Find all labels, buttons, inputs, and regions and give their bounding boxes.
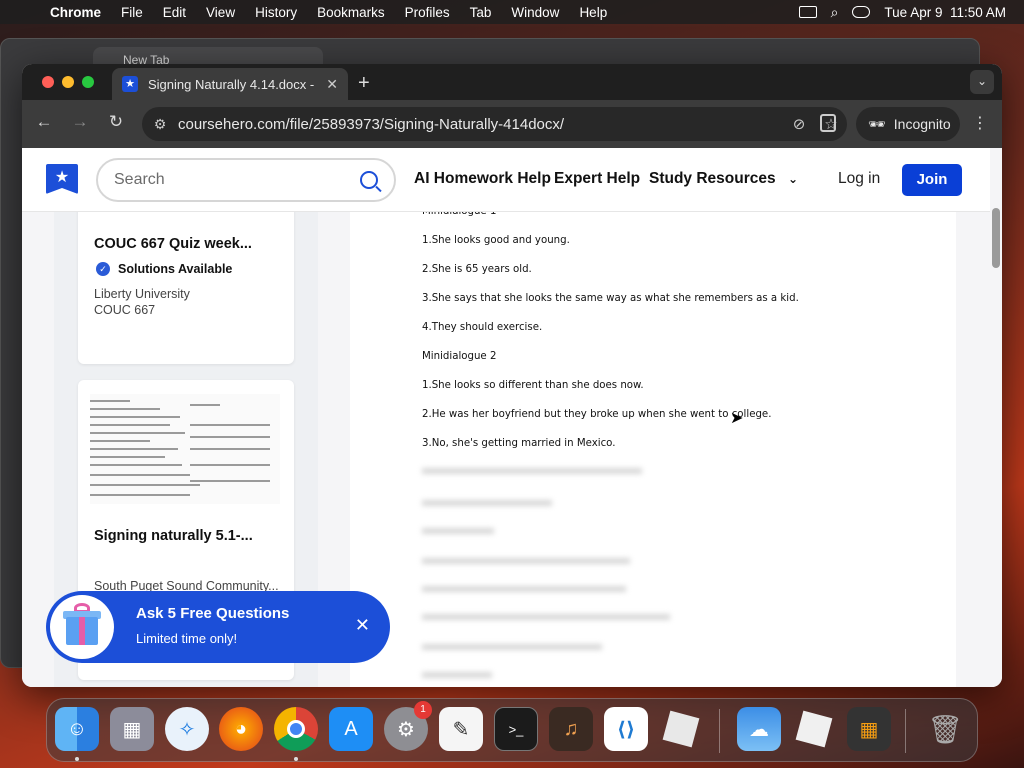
dock-separator — [719, 709, 720, 753]
page-scrollbar[interactable] — [992, 208, 1000, 268]
tab-title: Signing Naturally 4.14.docx - — [148, 76, 315, 92]
card-title[interactable]: COUC 667 Quiz week... — [94, 236, 252, 252]
menu-window[interactable]: Window — [501, 5, 569, 20]
web-page: ★ Search AI Homework Help Expert Help St… — [22, 148, 1002, 687]
search-icon[interactable] — [360, 171, 378, 189]
browser-toolbar: ← → ↻ ⚙ coursehero.com/file/25893973/Sig… — [22, 100, 1002, 148]
running-indicator — [294, 757, 298, 761]
system-settings-icon[interactable]: ⚙ 1 — [384, 701, 432, 751]
menu-file[interactable]: File — [111, 5, 153, 20]
document-thumbnail[interactable] — [90, 394, 280, 504]
back-arrow-icon[interactable]: ← — [32, 112, 56, 132]
weather-icon[interactable]: ☁ — [737, 707, 781, 751]
promo-title[interactable]: Ask 5 Free Questions — [136, 605, 289, 622]
doc-line: 2.He was her boyfriend but they broke up… — [422, 409, 772, 420]
nav-study-resources-label: Study Resources — [649, 170, 776, 187]
menu-view[interactable]: View — [196, 5, 245, 20]
site-header: ★ Search AI Homework Help Expert Help St… — [22, 148, 990, 212]
close-tab-icon[interactable]: ✕ — [326, 76, 338, 93]
menu-profiles[interactable]: Profiles — [395, 5, 460, 20]
menu-help[interactable]: Help — [569, 5, 617, 20]
doc-line: 4.They should exercise. — [422, 322, 543, 333]
notification-badge: 1 — [414, 701, 432, 719]
menu-app-name[interactable]: Chrome — [40, 5, 111, 20]
card-course: COUC 667 — [94, 303, 156, 317]
promo-subtitle: Limited time only! — [136, 631, 238, 646]
url-text[interactable]: coursehero.com/file/25893973/Signing-Nat… — [178, 116, 783, 133]
doc-line: 1.She looks so different than she does n… — [422, 380, 644, 391]
doc-line: 3.No, she's getting married in Mexico. — [422, 438, 616, 449]
chrome-icon[interactable] — [274, 707, 318, 751]
incognito-icon: 🕶 — [868, 115, 886, 132]
zoom-window-button[interactable] — [82, 76, 94, 88]
mouse-cursor-icon: ➤ — [730, 410, 744, 427]
check-circle-icon: ✓ — [96, 262, 110, 276]
doc-line: 2.She is 65 years old. — [422, 264, 532, 275]
reload-icon[interactable]: ↻ — [104, 112, 128, 132]
spotlight-search-icon[interactable]: ⌕ — [831, 4, 839, 21]
solutions-available-badge: ✓ Solutions Available — [96, 262, 232, 276]
nav-expert-help[interactable]: Expert Help — [554, 170, 640, 188]
close-window-button[interactable] — [42, 76, 54, 88]
card-school: Liberty University — [94, 287, 190, 301]
chevron-down-icon: ⌄ — [787, 172, 799, 186]
terminal-icon[interactable]: >_ — [494, 707, 538, 751]
login-link[interactable]: Log in — [838, 170, 880, 188]
coursehero-favicon-icon: ★ — [122, 76, 138, 92]
trash-icon[interactable]: 🗑 — [923, 707, 967, 751]
site-search-input[interactable]: Search — [96, 158, 396, 202]
side-panel-icon[interactable] — [820, 114, 836, 132]
app-store-icon[interactable]: A — [329, 707, 373, 751]
firefox-icon[interactable]: ◕ — [219, 707, 263, 751]
safari-icon[interactable]: ✧ — [165, 707, 209, 751]
tracking-protection-eye-icon[interactable]: ⊘ — [783, 115, 815, 133]
solutions-available-label: Solutions Available — [118, 262, 233, 276]
menu-edit[interactable]: Edit — [153, 5, 196, 20]
incognito-label: Incognito — [893, 116, 951, 132]
document-preview: Minidialogue 1 1.She looks good and youn… — [350, 206, 956, 687]
active-tab[interactable]: ★ Signing Naturally 4.14.docx - ✕ — [112, 68, 348, 100]
nav-ai-homework-help[interactable]: AI Homework Help — [414, 170, 551, 188]
garageband-icon[interactable]: ♫ — [549, 707, 593, 751]
site-info-icon[interactable]: ⚙ — [142, 116, 178, 133]
document-card[interactable]: COUC 667 Quiz week... ✓ Solutions Availa… — [78, 204, 294, 364]
new-tab-icon[interactable]: + — [358, 72, 370, 95]
tab-strip: ★ Signing Naturally 4.14.docx - ✕ + ⌄ — [22, 64, 1002, 100]
macos-dock: ☺ ▦ ✧ ◕ A ⚙ 1 ✎ >_ ♫ ⟨⟩ ☁ ▦ 🗑 — [46, 698, 978, 762]
join-button[interactable]: Join — [902, 164, 962, 196]
dock-separator — [905, 709, 906, 753]
coursehero-logo-icon[interactable]: ★ — [46, 164, 78, 194]
doc-line: 1.She looks good and young. — [422, 235, 570, 246]
roblox-studio-icon[interactable] — [792, 707, 836, 751]
chrome-menu-icon[interactable]: ⋮ — [972, 113, 988, 133]
search-placeholder: Search — [114, 171, 165, 188]
forward-arrow-icon[interactable]: → — [68, 112, 92, 132]
tab-search-chevron-icon[interactable]: ⌄ — [970, 70, 994, 94]
textedit-icon[interactable]: ✎ — [439, 707, 483, 751]
gift-icon — [50, 595, 114, 659]
browser-window: ★ Signing Naturally 4.14.docx - ✕ + ⌄ ← … — [22, 64, 1002, 687]
menu-bookmarks[interactable]: Bookmarks — [307, 5, 395, 20]
doc-line: Minidialogue 2 — [422, 351, 497, 362]
close-promo-icon[interactable]: ✕ — [355, 615, 370, 636]
finder-icon[interactable]: ☺ — [55, 707, 99, 751]
card-title[interactable]: Signing naturally 5.1-... — [94, 528, 253, 544]
menu-clock[interactable]: Tue Apr 9 11:50 AM — [884, 5, 1006, 20]
control-center-icon[interactable] — [852, 6, 871, 18]
running-indicator — [75, 757, 79, 761]
address-bar[interactable]: ⚙ coursehero.com/file/25893973/Signing-N… — [142, 107, 847, 141]
free-questions-promo[interactable]: Ask 5 Free Questions Limited time only! … — [46, 591, 390, 663]
macos-menu-bar: Chrome File Edit View History Bookmarks … — [0, 0, 1024, 24]
nav-study-resources[interactable]: Study Resources ⌄ — [649, 170, 798, 188]
incognito-indicator[interactable]: 🕶 Incognito — [856, 107, 960, 141]
calculator-icon[interactable]: ▦ — [847, 707, 891, 751]
doc-line: 3.She says that she looks the same way a… — [422, 293, 799, 304]
screen-mirroring-icon[interactable] — [798, 6, 817, 18]
roblox-icon[interactable] — [659, 707, 703, 751]
vscode-icon[interactable]: ⟨⟩ — [604, 707, 648, 751]
launchpad-icon[interactable]: ▦ — [110, 707, 154, 751]
menu-tab[interactable]: Tab — [460, 5, 502, 20]
menu-history[interactable]: History — [245, 5, 307, 20]
minimize-window-button[interactable] — [62, 76, 74, 88]
